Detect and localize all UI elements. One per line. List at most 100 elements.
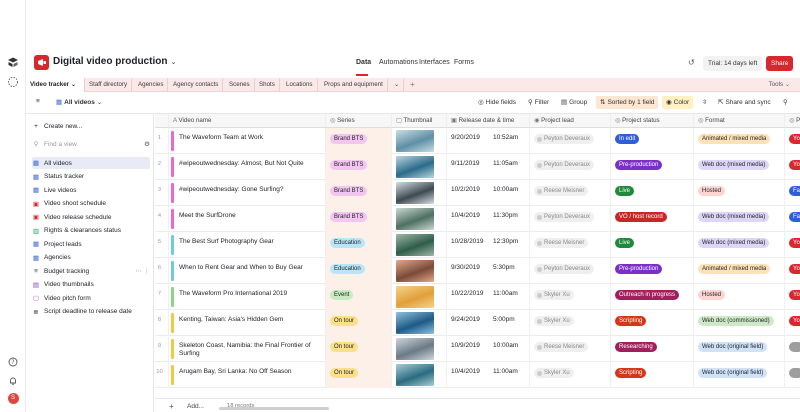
thumbnail-cell[interactable]: [392, 258, 447, 284]
release-date-cell[interactable]: 10/22/2019 11:00am: [447, 284, 530, 310]
notifications-bell-icon[interactable]: [7, 375, 19, 387]
sidebar-view-item[interactable]: ▦ Live videos: [32, 184, 150, 196]
table-tab-video-tracker[interactable]: Video tracker ⌄: [26, 78, 85, 92]
table-tab-agency-contacts[interactable]: Agency contacts: [169, 78, 224, 92]
sidebar-view-item[interactable]: ▤ Video thumbnails: [32, 279, 150, 291]
more-tables-chevron-icon[interactable]: ⌄: [390, 78, 405, 92]
series-cell[interactable]: Education: [326, 232, 392, 258]
thumbnail-image[interactable]: [396, 234, 434, 256]
series-cell[interactable]: Education: [326, 258, 392, 284]
project-status-cell[interactable]: VO / host record: [611, 206, 694, 232]
extra-cell[interactable]: Yo: [785, 258, 800, 284]
extra-cell[interactable]: Yo: [785, 154, 800, 180]
tab-data[interactable]: Data: [356, 59, 371, 66]
search-icon[interactable]: ⚲: [783, 98, 788, 106]
share-sync-button[interactable]: ⇱ Share and sync: [718, 98, 771, 107]
series-cell[interactable]: Brand BTS: [326, 154, 392, 180]
add-record-plus-icon[interactable]: +: [169, 402, 174, 411]
project-status-cell[interactable]: Scripting: [611, 362, 694, 388]
tab-automations[interactable]: Automations: [379, 59, 418, 66]
series-cell[interactable]: Brand BTS: [326, 180, 392, 206]
table-row[interactable]: 5 The Best Surf Photography Gear Education…: [155, 232, 800, 258]
series-cell[interactable]: Event: [326, 284, 392, 310]
extra-cell[interactable]: Yo: [785, 232, 800, 258]
project-lead-cell[interactable]: Peyton Deveraux: [530, 154, 611, 180]
sidebar-view-item[interactable]: ▦ All videos: [32, 157, 150, 169]
extra-cell[interactable]: Yo: [785, 128, 800, 154]
table-row[interactable]: 3 #wipeoutwednesday: Gone Surfing? Brand B…: [155, 180, 800, 206]
sidebar-view-item[interactable]: ▣ Video shoot schedule: [32, 198, 150, 210]
series-cell[interactable]: On tour: [326, 336, 392, 362]
table-tab-scenes[interactable]: Scenes: [225, 78, 255, 92]
format-cell[interactable]: Web doc (mixed media): [694, 206, 785, 232]
color-button[interactable]: ◉ Color: [662, 96, 694, 109]
series-cell[interactable]: On tour: [326, 310, 392, 336]
add-table-plus-icon[interactable]: +: [406, 78, 419, 92]
row-height-icon[interactable]: ⇳: [702, 98, 707, 106]
hide-fields-button[interactable]: ◎ Hide fields: [478, 98, 516, 107]
table-tab-locations[interactable]: Locations: [282, 78, 318, 92]
column-header-status[interactable]: ◎ Project status: [611, 114, 694, 128]
project-status-cell[interactable]: Scripting: [611, 310, 694, 336]
table-row[interactable]: 4 Meet the SurfDrone Brand BTS 10/4/2019 11:…: [155, 206, 800, 232]
table-row[interactable]: 2 #wipeoutwednesday: Almost, But Not Quit…: [155, 154, 800, 180]
extra-cell[interactable]: [785, 362, 800, 388]
tab-interfaces[interactable]: Interfaces: [419, 59, 450, 66]
project-lead-cell[interactable]: Reese Meisner: [530, 180, 611, 206]
table-row[interactable]: 10 Arugam Bay, Sri Lanka: No Off Season On…: [155, 362, 800, 388]
series-cell[interactable]: Brand BTS: [326, 206, 392, 232]
project-lead-cell[interactable]: Reese Meisner: [530, 232, 611, 258]
share-button[interactable]: Share: [766, 56, 794, 71]
find-view-input[interactable]: ⚲ Find a view ⚙: [32, 138, 150, 150]
project-lead-cell[interactable]: Peyton Deveraux: [530, 206, 611, 232]
format-cell[interactable]: Animated / mixed media: [694, 258, 785, 284]
column-header-date[interactable]: ▣ Release date & time: [447, 114, 530, 128]
thumbnail-image[interactable]: [396, 156, 434, 178]
help-icon[interactable]: ?: [7, 356, 19, 368]
thumbnail-image[interactable]: [396, 286, 434, 308]
column-header-series[interactable]: ◎ Series: [326, 114, 392, 128]
release-date-cell[interactable]: 10/4/2019 11:30pm: [447, 206, 530, 232]
more-options-icon[interactable]: ⋯ ⋮: [135, 267, 150, 275]
extra-cell[interactable]: Yo: [785, 310, 800, 336]
format-cell[interactable]: Web doc (mixed media): [694, 154, 785, 180]
thumbnail-cell[interactable]: [392, 154, 447, 180]
format-cell[interactable]: Web doc (original field): [694, 362, 785, 388]
settings-gear-icon[interactable]: ⚙: [144, 140, 150, 148]
column-header-num[interactable]: [155, 114, 169, 128]
extra-cell[interactable]: Fa: [785, 206, 800, 232]
sort-button[interactable]: ⇅ Sorted by 1 field: [596, 96, 659, 109]
series-cell[interactable]: Brand BTS: [326, 128, 392, 154]
sidebar-view-item[interactable]: ▦ Project leads: [32, 238, 150, 250]
table-row[interactable]: 8 Kenting, Taiwan: Asia's Hidden Gem On to…: [155, 310, 800, 336]
table-row[interactable]: 6 When to Rent Gear and When to Buy Gear E…: [155, 258, 800, 284]
tab-forms[interactable]: Forms: [454, 59, 474, 66]
thumbnail-image[interactable]: [396, 260, 434, 282]
extra-cell[interactable]: [785, 336, 800, 362]
video-name-cell[interactable]: When to Rent Gear and When to Buy Gear: [169, 258, 326, 284]
format-cell[interactable]: Web doc (mixed media): [694, 232, 785, 258]
release-date-cell[interactable]: 9/11/2019 11:05am: [447, 154, 530, 180]
table-row[interactable]: 7 The Waveform Pro International 2019 Even…: [155, 284, 800, 310]
thumbnail-cell[interactable]: [392, 336, 447, 362]
sidebar-view-item[interactable]: ▦ Status tracker: [32, 171, 150, 183]
table-tab-shots[interactable]: Shots: [255, 78, 280, 92]
table-row[interactable]: 1 The Waveform Team at Work Brand BTS 9/20/…: [155, 128, 800, 154]
video-name-cell[interactable]: #wipeoutwednesday: Almost, But Not Quite: [169, 154, 326, 180]
table-tab-staff-directory[interactable]: Staff directory: [85, 78, 133, 92]
add-record-button[interactable]: Add...: [187, 403, 204, 410]
column-header-name[interactable]: A Video name: [169, 114, 326, 128]
project-lead-cell[interactable]: Skyler Xu: [530, 362, 611, 388]
format-cell[interactable]: Web doc (original field): [694, 336, 785, 362]
chevron-down-icon[interactable]: ⌄: [71, 81, 76, 88]
video-name-cell[interactable]: The Waveform Team at Work: [169, 128, 326, 154]
thumbnail-cell[interactable]: [392, 284, 447, 310]
video-name-cell[interactable]: The Waveform Pro International 2019: [169, 284, 326, 310]
video-name-cell[interactable]: The Best Surf Photography Gear: [169, 232, 326, 258]
project-lead-cell[interactable]: Skyler Xu: [530, 310, 611, 336]
group-button[interactable]: ▤ Group: [561, 98, 587, 107]
project-status-cell[interactable]: In edit: [611, 128, 694, 154]
release-date-cell[interactable]: 10/9/2019 10:00am: [447, 336, 530, 362]
workspace-spinner-icon[interactable]: [7, 76, 19, 88]
column-header-lead[interactable]: ◉ Project lead: [530, 114, 611, 128]
